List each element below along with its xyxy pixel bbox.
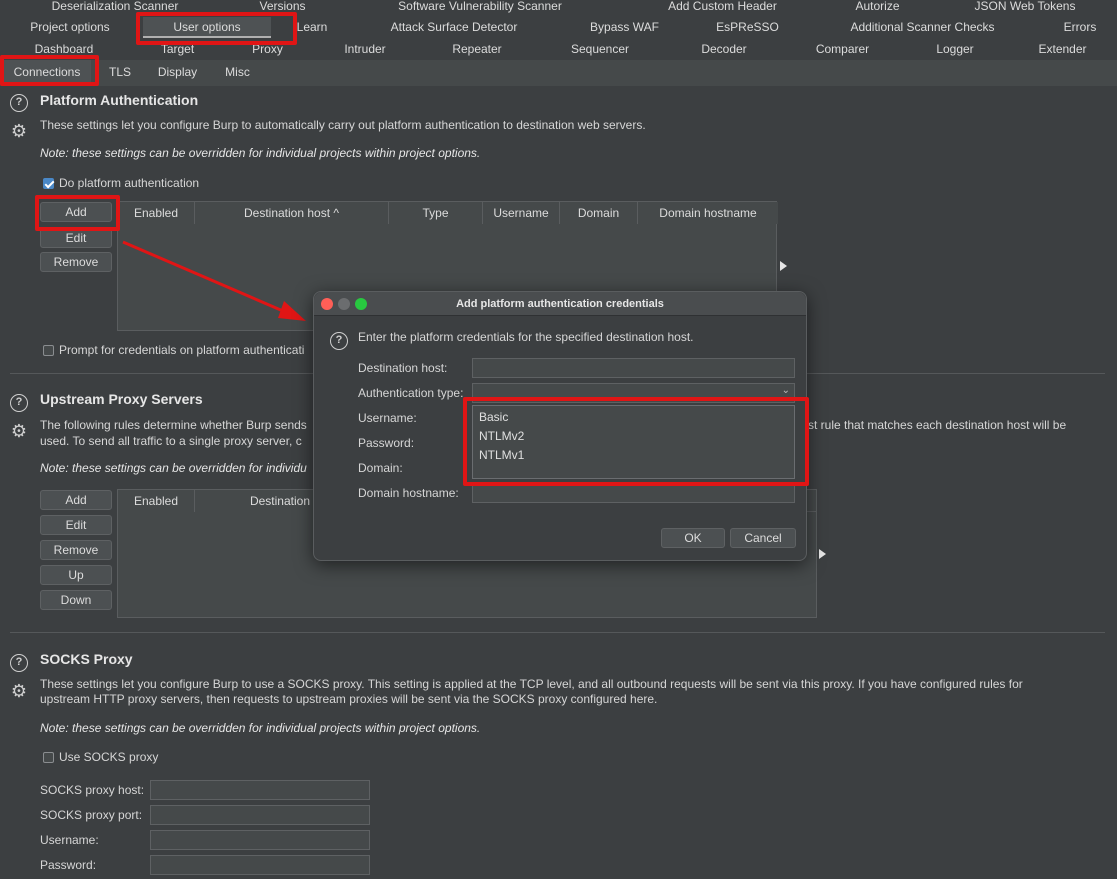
domain-hostname-label: Domain hostname: xyxy=(358,486,459,500)
destination-host-label: Destination host: xyxy=(358,361,448,375)
cancel-button[interactable]: Cancel xyxy=(730,528,796,548)
option-basic[interactable]: Basic xyxy=(479,410,508,424)
auth-type-dropdown: Basic NTLMv2 NTLMv1 xyxy=(472,405,795,479)
username-label: Username: xyxy=(358,411,417,425)
dialog-title: Add platform authentication credentials xyxy=(456,298,664,310)
option-ntlmv2[interactable]: NTLMv2 xyxy=(479,429,524,443)
help-icon[interactable]: ? xyxy=(330,332,348,350)
auth-type-label: Authentication type: xyxy=(358,386,464,400)
add-credentials-dialog: Add platform authentication credentials … xyxy=(313,291,807,561)
chevron-down-icon: ⌄ xyxy=(781,385,790,396)
ok-button[interactable]: OK xyxy=(661,528,725,548)
password-label: Password: xyxy=(358,436,415,450)
destination-host-input[interactable] xyxy=(472,358,795,378)
dialog-titlebar: Add platform authentication credentials xyxy=(314,292,806,316)
dialog-prompt: Enter the platform credentials for the s… xyxy=(358,330,694,344)
option-ntlmv1[interactable]: NTLMv1 xyxy=(479,448,524,462)
auth-type-select[interactable]: ⌄ xyxy=(472,383,795,403)
domain-hostname-input[interactable] xyxy=(472,483,795,503)
domain-label: Domain: xyxy=(358,461,403,475)
